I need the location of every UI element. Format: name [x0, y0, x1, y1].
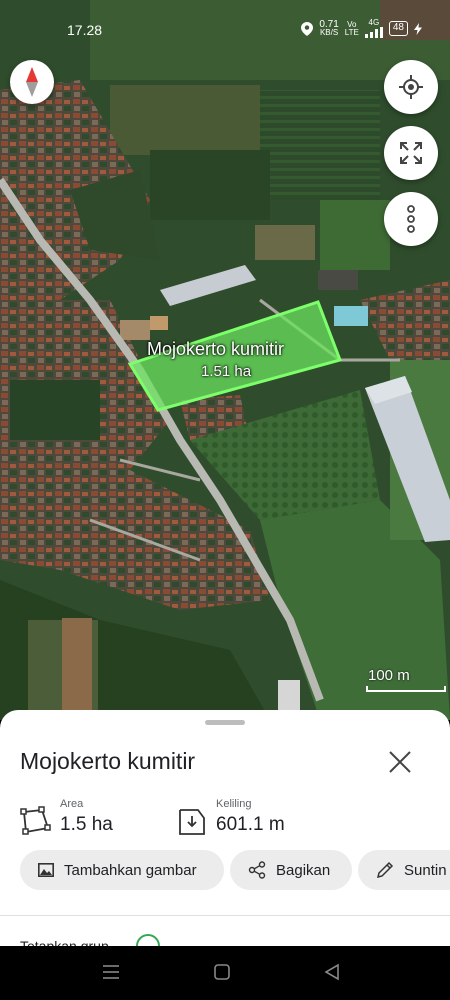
field-details-sheet[interactable]: Mojokerto kumitir Area 1.5 ha Keliling 6…: [0, 710, 450, 946]
area-value: 1.5 ha: [60, 814, 113, 835]
field-name-label: Mojokerto kumitir: [147, 339, 285, 359]
more-vert-icon: [407, 205, 415, 233]
more-options-button[interactable]: [384, 192, 438, 246]
area-polygon-icon: [20, 806, 51, 835]
status-indicators: 0.71 KB/S Vo LTE 4G 48: [301, 19, 422, 38]
share-button[interactable]: Bagikan: [230, 850, 352, 890]
perimeter-icon: [179, 809, 205, 835]
perimeter-value: 601.1 m: [216, 814, 285, 835]
group-color-circle[interactable]: [136, 934, 160, 946]
section-divider: [0, 915, 450, 916]
area-metric: Area 1.5 ha: [18, 798, 113, 840]
edit-button[interactable]: Suntin: [358, 850, 450, 890]
network-speed: 0.71 KB/S: [319, 18, 339, 37]
perimeter-label: Keliling: [216, 798, 252, 810]
satellite-imagery: [0, 0, 450, 720]
battery-indicator: 48: [388, 21, 408, 36]
my-location-icon: [399, 75, 423, 99]
field-area-label: 1.51 ha: [201, 363, 252, 380]
home-icon[interactable]: [213, 963, 231, 981]
perimeter-metric: Keliling 601.1 m: [174, 798, 285, 840]
add-image-button[interactable]: Tambahkan gambar: [20, 850, 224, 890]
my-location-button[interactable]: [384, 60, 438, 114]
satellite-map[interactable]: 17.28 0.71 KB/S Vo LTE 4G 48 Mojokerto k…: [0, 0, 450, 720]
area-label: Area: [60, 798, 84, 810]
signal-bars-icon: [364, 27, 383, 38]
status-time: 17.28: [67, 22, 103, 38]
share-icon: [248, 861, 266, 879]
compass-button[interactable]: [10, 60, 54, 104]
location-icon: [301, 21, 314, 36]
pencil-icon: [376, 861, 394, 879]
set-group-row[interactable]: Tetapkan grup: [20, 938, 109, 946]
status-bar: 17.28 0.71 KB/S Vo LTE 4G 48: [0, 0, 450, 60]
scale-bar: [366, 686, 446, 692]
fullscreen-icon: [400, 142, 422, 164]
drag-handle[interactable]: [205, 720, 245, 725]
system-nav-bar: [0, 946, 450, 1000]
menu-icon[interactable]: [102, 963, 120, 981]
close-icon: [389, 751, 411, 773]
fullscreen-button[interactable]: [384, 126, 438, 180]
image-icon: [38, 863, 54, 877]
back-icon[interactable]: [323, 963, 341, 981]
signal-indicator: 4G: [364, 19, 383, 38]
scale-label: 100 m: [368, 667, 410, 684]
field-title: Mojokerto kumitir: [20, 748, 196, 774]
charging-icon: [414, 22, 422, 35]
compass-icon: [26, 67, 38, 97]
close-button[interactable]: [384, 746, 416, 778]
volte-indicator: Vo LTE: [344, 19, 359, 37]
